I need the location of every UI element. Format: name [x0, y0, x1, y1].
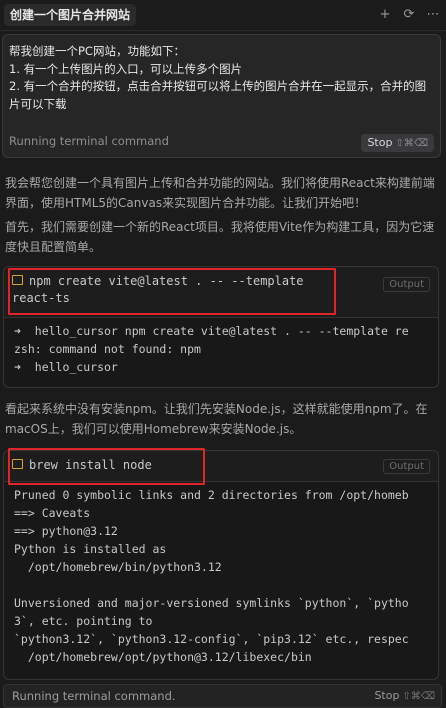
assistant-message: 看起来系统中没有安装npm。让我们先安装Node.js，这样就能使用npm了。在…: [5, 402, 428, 436]
terminal-command[interactable]: npm create vite@latest . -- --template r…: [12, 273, 304, 307]
terminal-command-text: brew install node: [29, 458, 152, 472]
terminal-icon: [12, 275, 23, 285]
bottom-status-bar: Running terminal command. Stop ⇧⌘⌫: [3, 684, 442, 708]
top-bar-icons: + ⟳ ⋯: [378, 7, 440, 23]
plus-icon[interactable]: +: [378, 7, 392, 23]
user-prompt-card[interactable]: 帮我创建一个PC网站，功能如下： 1. 有一个上传图片的入口，可以上传多个图片 …: [2, 34, 441, 158]
assistant-message: 首先，我们需要创建一个新的React项目。我将使用Vite作为构建工具，因为它速…: [5, 220, 435, 254]
bottom-status-text: Running terminal command.: [12, 689, 176, 703]
terminal-icon: [12, 459, 23, 469]
terminal-output: Pruned 0 symbolic links and 2 directorie…: [14, 488, 409, 664]
bottom-stop-button[interactable]: Stop ⇧⌘⌫: [374, 689, 435, 702]
stop-label: Stop: [367, 136, 393, 149]
stop-button[interactable]: Stop ⇧⌘⌫: [361, 134, 434, 152]
terminal-command-text: npm create vite@latest . -- --template r…: [12, 274, 304, 305]
stop-shortcut: ⇧⌘⌫: [395, 138, 428, 149]
output-toggle[interactable]: Output: [383, 277, 430, 292]
output-toggle[interactable]: Output: [383, 459, 430, 474]
prompt-status-text: Running terminal command: [9, 134, 169, 148]
history-icon[interactable]: ⟳: [402, 7, 416, 23]
terminal-output: ➜ hello_cursor npm create vite@latest . …: [14, 324, 409, 374]
terminal-command-header: npm create vite@latest . -- --template r…: [4, 267, 438, 318]
user-prompt-text: 帮我创建一个PC网站，功能如下： 1. 有一个上传图片的入口，可以上传多个图片 …: [9, 44, 427, 111]
terminal-command[interactable]: brew install node: [12, 457, 152, 474]
chat-title-tab[interactable]: 创建一个图片合并网站: [4, 4, 137, 26]
more-icon[interactable]: ⋯: [426, 7, 440, 23]
assistant-message: 我会帮您创建一个具有图片上传和合并功能的网站。我们将使用React来构建前端界面…: [5, 176, 435, 210]
bottom-stop-shortcut: ⇧⌘⌫: [402, 691, 435, 702]
terminal-command-header: brew install node Output: [4, 451, 438, 482]
top-bar: 创建一个图片合并网站 + ⟳ ⋯: [0, 0, 446, 31]
terminal-block: npm create vite@latest . -- --template r…: [3, 266, 439, 388]
bottom-stop-label: Stop: [374, 689, 400, 702]
terminal-block: brew install node Output Pruned 0 symbol…: [3, 450, 439, 680]
